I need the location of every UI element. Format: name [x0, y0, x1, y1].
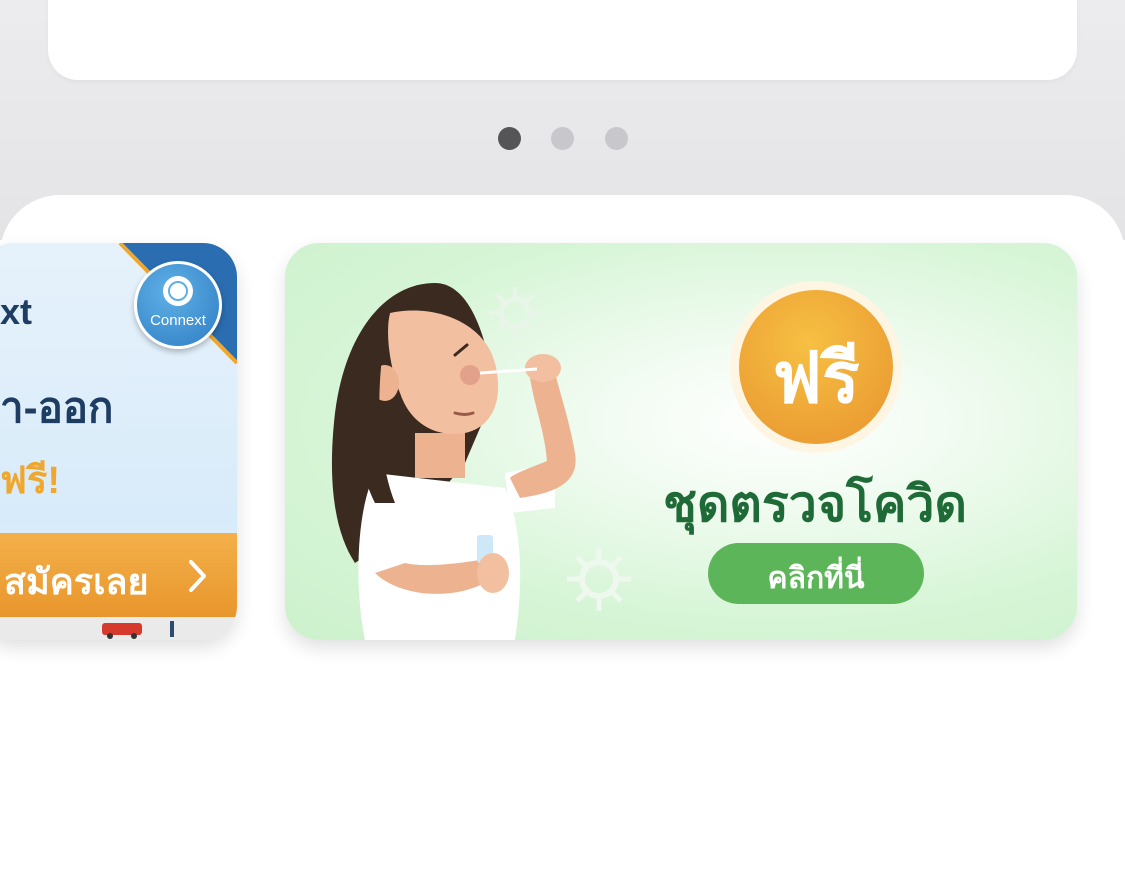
free-badge: ฟรี: [730, 281, 902, 453]
virus-icon: [489, 287, 541, 339]
carousel-dot[interactable]: [551, 127, 574, 150]
virus-icon: [567, 547, 631, 611]
click-here-button[interactable]: คลิกที่นี่: [708, 543, 924, 604]
banner-footer-illustration: [0, 617, 237, 640]
connext-logo: Connext: [134, 261, 222, 349]
connext-logo-text: Connext: [150, 312, 206, 329]
carousel-dot-active[interactable]: [498, 127, 521, 150]
click-here-label: คลิกที่นี่: [767, 562, 865, 595]
banner-title-fragment: xt: [0, 291, 33, 332]
covid-kit-title: ชุดตรวจโควิด: [663, 476, 967, 532]
chevron-right-icon: [189, 560, 206, 592]
carousel-dot[interactable]: [605, 127, 628, 150]
free-badge-label: ฟรี: [772, 339, 860, 417]
banner-free-label: ฟรี!: [0, 460, 60, 502]
signup-button[interactable]: สมัครเลย: [0, 533, 237, 617]
quick-action-card: [48, 0, 1077, 80]
banner-headline: า-ออก: [0, 384, 114, 431]
signup-button-label: สมัครเลย: [4, 561, 149, 602]
covid-test-banner[interactable]: ฟรี ชุดตรวจโควิด คลิกที่นี่: [285, 243, 1077, 640]
connext-banner[interactable]: xt า-ออก ฟรี! Connext สมัครเลย: [0, 243, 237, 640]
